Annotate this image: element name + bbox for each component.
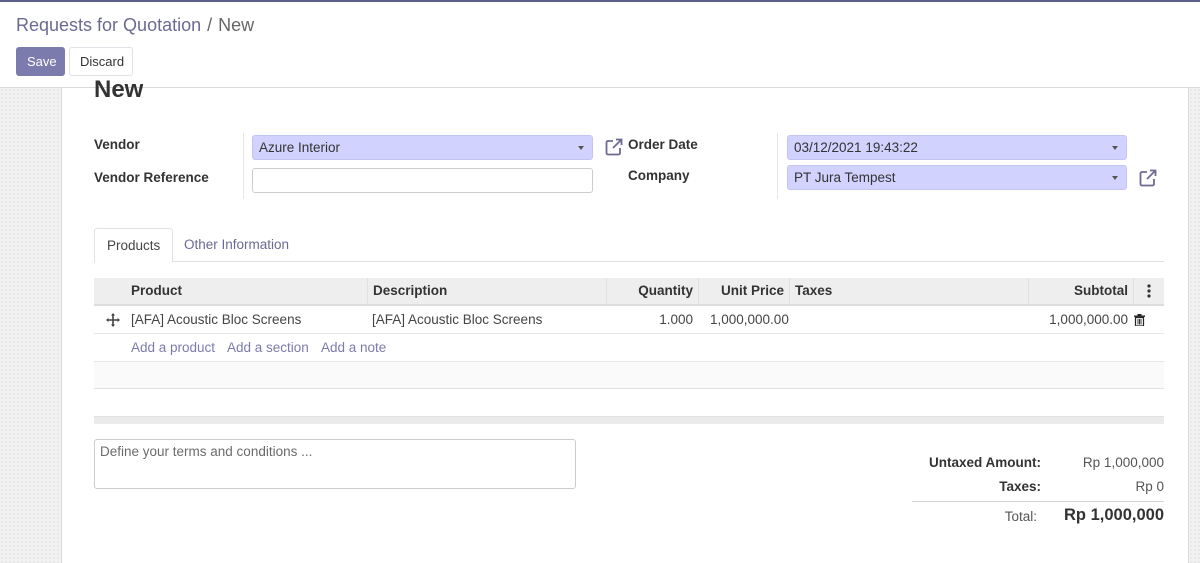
chevron-down-icon [578,146,584,150]
cell-product[interactable]: [AFA] Acoustic Bloc Screens [126,306,367,333]
column-header-unit-price[interactable]: Unit Price [698,278,789,304]
chevron-down-icon [1112,146,1118,150]
total-value: Rp 1,000,000 [1064,506,1164,524]
column-header-product[interactable]: Product [126,278,367,304]
control-panel: Requests for Quotation / New Save Discard [0,2,1200,88]
scrollbar[interactable] [1188,88,1200,563]
order-date-value: 03/12/2021 19:43:22 [794,140,918,155]
untaxed-amount-value: Rp 1,000,000 [1082,455,1164,470]
column-header-subtotal[interactable]: Subtotal [1028,278,1133,304]
external-link-icon[interactable] [604,137,624,157]
vendor-reference-label: Vendor Reference [94,170,209,185]
cell-description[interactable]: [AFA] Acoustic Bloc Screens [367,306,606,333]
record-title: New [94,76,144,103]
breadcrumb-parent-link[interactable]: Requests for Quotation [16,15,201,35]
total-label: Total: [1004,509,1037,524]
order-date-label: Order Date [628,137,698,152]
taxes-value: Rp 0 [1135,479,1164,494]
label-separator [243,133,244,199]
add-product-link[interactable]: Add a product [131,340,215,355]
add-note-link[interactable]: Add a note [321,340,386,355]
column-header-taxes[interactable]: Taxes [789,278,1028,304]
optional-columns-toggle[interactable] [1133,278,1164,304]
table-footer [94,416,1164,424]
untaxed-amount-label: Untaxed Amount: [929,455,1041,470]
taxes-label: Taxes: [999,479,1041,494]
drag-handle-icon[interactable] [106,306,126,333]
totals-divider [912,501,1164,502]
table-header: Product Description Quantity Unit Price … [94,278,1164,306]
save-button[interactable]: Save [16,47,65,76]
cell-unit-price[interactable]: 1,000,000.00 [705,306,796,333]
chevron-down-icon [1112,176,1118,180]
add-line-controls: Add a product Add a section Add a note [94,334,1164,362]
vendor-reference-input[interactable] [252,168,593,193]
company-value: PT Jura Tempest [794,170,896,185]
column-header-quantity[interactable]: Quantity [606,278,698,304]
background-left [0,88,62,563]
breadcrumb-current: New [218,15,255,35]
breadcrumb: Requests for Quotation / New [16,15,254,36]
tab-products[interactable]: Products [94,228,174,263]
cell-quantity[interactable]: 1.000 [606,306,698,333]
vendor-label: Vendor [94,137,140,152]
column-header-description[interactable]: Description [367,278,606,304]
vendor-select[interactable]: Azure Interior [252,135,593,160]
delete-row-button[interactable] [1134,306,1148,333]
vendor-value: Azure Interior [259,140,341,155]
discard-button[interactable]: Discard [69,47,133,76]
empty-table-row [94,362,1164,389]
breadcrumb-separator: / [207,15,213,35]
label-separator [777,133,778,199]
tab-other-information[interactable]: Other Information [172,228,301,262]
order-date-picker[interactable]: 03/12/2021 19:43:22 [787,135,1127,160]
cell-subtotal: 1,000,000.00 [1049,312,1128,327]
company-select[interactable]: PT Jura Tempest [787,165,1127,190]
kebab-menu-icon [1147,284,1151,298]
trash-icon [1134,314,1145,326]
table-row[interactable]: [AFA] Acoustic Bloc Screens [AFA] Acoust… [94,306,1164,334]
notebook-tabs: Products Other Information [94,228,1164,263]
cell-taxes[interactable] [789,306,1028,333]
add-section-link[interactable]: Add a section [227,340,309,355]
external-link-icon[interactable] [1138,168,1158,188]
company-label: Company [628,168,690,183]
terms-and-conditions-input[interactable] [94,439,576,489]
